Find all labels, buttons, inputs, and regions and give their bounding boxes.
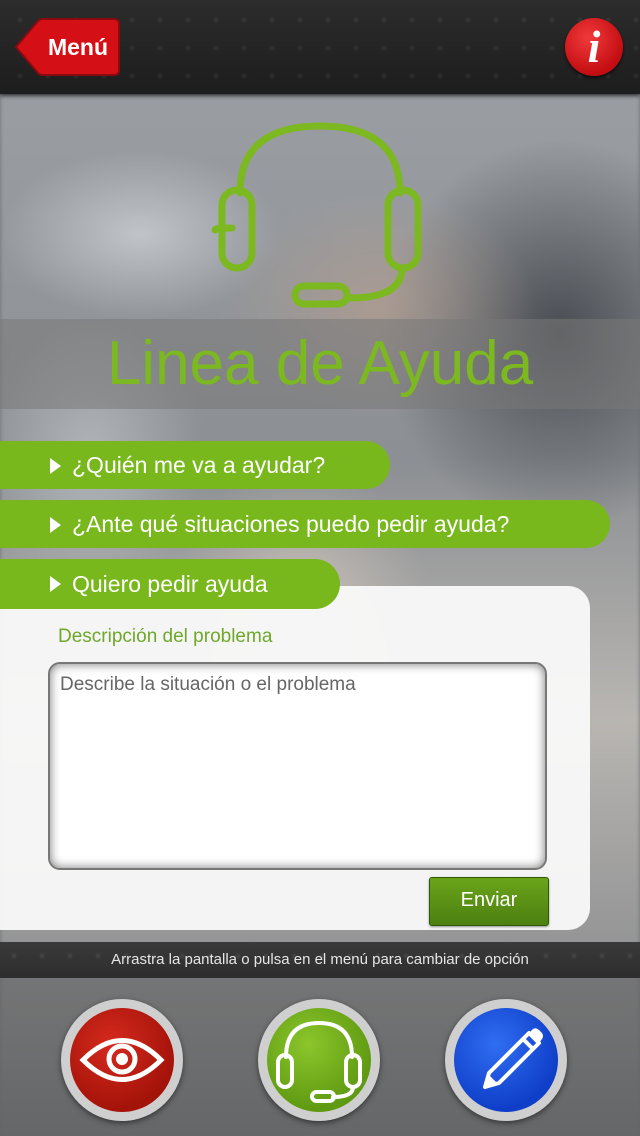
hint-text: Arrastra la pantalla o pulsa en el menú … <box>111 951 529 968</box>
pencil-icon <box>483 1028 543 1089</box>
accordion-label: Quiero pedir ayuda <box>72 571 268 597</box>
eye-icon <box>79 1038 165 1082</box>
menu-button-label: Menú <box>47 34 109 60</box>
caret-right-icon <box>50 458 61 474</box>
headset-icon <box>276 1020 362 1103</box>
accordion-label: ¿Quién me va a ayudar? <box>72 452 326 478</box>
accordion-label: ¿Ante qué situaciones puedo pedir ayuda? <box>72 511 510 537</box>
top-bar: Menú i <box>0 0 640 94</box>
caret-right-icon <box>50 517 61 533</box>
info-button[interactable]: i <box>565 18 623 76</box>
accordion-who-helps[interactable]: ¿Quién me va a ayudar? <box>0 441 390 489</box>
headset-icon <box>211 122 422 308</box>
description-textarea[interactable] <box>48 662 547 870</box>
page-title: Linea de Ayuda <box>106 329 534 398</box>
nav-edit-button[interactable] <box>445 999 567 1121</box>
menu-button[interactable]: Menú <box>14 18 120 76</box>
description-label: Descripción del problema <box>58 626 273 647</box>
nav-eye-button[interactable] <box>61 999 183 1121</box>
send-button[interactable]: Enviar <box>429 877 549 926</box>
title-band: Linea de Ayuda <box>0 319 640 409</box>
accordion-request-help[interactable]: Quiero pedir ayuda <box>0 559 340 609</box>
accordion-situations[interactable]: ¿Ante qué situaciones puedo pedir ayuda? <box>0 500 610 548</box>
hint-bar: Arrastra la pantalla o pulsa en el menú … <box>0 942 640 978</box>
info-icon: i <box>587 21 601 72</box>
caret-right-icon <box>50 576 61 592</box>
nav-helpline-button[interactable] <box>258 999 380 1121</box>
